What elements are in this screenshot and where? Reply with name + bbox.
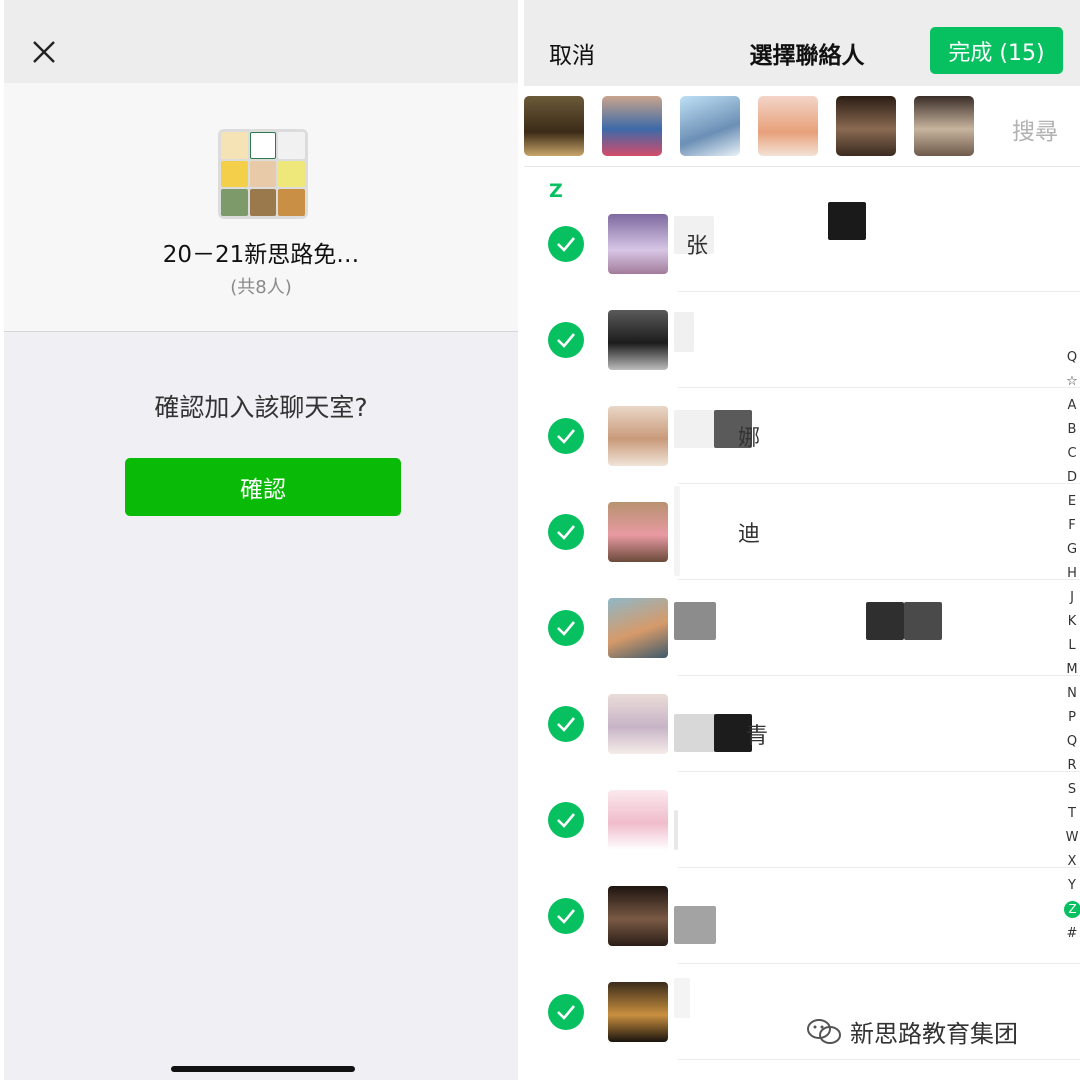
contact-row[interactable] <box>524 292 1080 388</box>
group-avatar <box>218 129 308 219</box>
index-letter[interactable]: L <box>1064 634 1080 658</box>
redacted-name-block <box>674 410 716 448</box>
top-nav-bar: 取消 選擇聯絡人 完成 (15) <box>524 0 1080 86</box>
done-button[interactable]: 完成 (15) <box>930 27 1063 74</box>
index-letter[interactable]: T <box>1064 802 1080 826</box>
contact-name: 娜 <box>738 426 761 451</box>
selected-avatar[interactable] <box>602 96 662 156</box>
index-letter[interactable]: E <box>1064 490 1080 514</box>
watermark: 新思路教育集团 <box>806 1014 1018 1049</box>
wechat-logo-icon <box>807 1018 841 1044</box>
checkmark-icon[interactable] <box>548 514 584 550</box>
index-letter[interactable]: P <box>1064 706 1080 730</box>
index-letter[interactable]: K <box>1064 610 1080 634</box>
index-letter[interactable]: G <box>1064 538 1080 562</box>
contact-row[interactable]: 迪 <box>524 484 1080 580</box>
alphabet-index[interactable]: Q ☆ A B C D E F G H J K L M N P Q R S T W X Y Z # <box>1064 346 1080 946</box>
redacted-name-block <box>674 714 716 752</box>
contact-avatar <box>608 886 668 946</box>
index-letter[interactable]: H <box>1064 562 1080 586</box>
redacted-name-block <box>674 906 716 944</box>
checkmark-icon[interactable] <box>548 898 584 934</box>
index-letter[interactable]: A <box>1064 394 1080 418</box>
redacted-name-block <box>674 810 678 850</box>
contact-row[interactable]: 娜 <box>524 388 1080 484</box>
contact-name: 迪 <box>738 522 761 547</box>
contact-row[interactable] <box>524 772 1080 868</box>
redacted-name-block <box>674 978 690 1018</box>
contact-name: 青 <box>746 724 769 749</box>
watermark-text: 新思路教育集团 <box>850 1020 1018 1048</box>
contact-avatar <box>608 982 668 1042</box>
index-letter[interactable]: X <box>1064 850 1080 874</box>
index-letter[interactable]: Q <box>1064 730 1080 754</box>
confirm-button[interactable]: 確認 <box>125 458 401 516</box>
contact-row[interactable]: 张 <box>524 196 1080 292</box>
redacted-name-block <box>866 602 904 640</box>
checkmark-icon[interactable] <box>548 610 584 646</box>
checkmark-icon[interactable] <box>548 706 584 742</box>
contact-avatar <box>608 790 668 850</box>
index-letter[interactable]: N <box>1064 682 1080 706</box>
selected-contacts-strip <box>524 86 1080 167</box>
confirm-question: 確認加入該聊天室? <box>154 393 368 422</box>
checkmark-icon[interactable] <box>548 994 584 1030</box>
top-nav-bar <box>4 0 518 83</box>
contact-avatar <box>608 406 668 466</box>
index-letter[interactable]: D <box>1064 466 1080 490</box>
checkmark-icon[interactable] <box>548 802 584 838</box>
index-letter[interactable]: Q <box>1064 346 1080 370</box>
close-icon[interactable] <box>30 38 58 66</box>
join-group-screen: 20－21新思路免… (共8人) 確認加入該聊天室? 確認 <box>4 0 518 1080</box>
index-letter[interactable]: F <box>1064 514 1080 538</box>
checkmark-icon[interactable] <box>548 418 584 454</box>
index-letter[interactable]: M <box>1064 658 1080 682</box>
contact-row[interactable] <box>524 580 1080 676</box>
contact-row[interactable] <box>524 868 1080 964</box>
checkmark-icon[interactable] <box>548 226 584 262</box>
index-letter[interactable]: # <box>1064 922 1080 946</box>
selected-avatar[interactable] <box>680 96 740 156</box>
selected-avatar[interactable] <box>524 96 584 156</box>
selected-avatar[interactable] <box>914 96 974 156</box>
redacted-name-block <box>674 486 680 576</box>
redacted-name-block <box>674 602 716 640</box>
redacted-name-block <box>828 202 866 240</box>
index-letter[interactable]: ☆ <box>1064 370 1080 394</box>
group-name: 20－21新思路免… <box>162 242 360 268</box>
selected-avatar[interactable] <box>836 96 896 156</box>
index-letter[interactable]: C <box>1064 442 1080 466</box>
row-separator <box>678 1059 1080 1060</box>
redacted-name-block <box>904 602 942 640</box>
member-count: (共8人) <box>230 277 292 298</box>
index-letter[interactable]: R <box>1064 754 1080 778</box>
index-letter[interactable]: Z <box>1064 901 1080 918</box>
contact-avatar <box>608 310 668 370</box>
index-letter[interactable]: J <box>1064 586 1080 610</box>
search-input[interactable]: 搜尋 <box>1012 112 1058 146</box>
redacted-name-block <box>674 312 694 352</box>
index-letter[interactable]: Y <box>1064 874 1080 898</box>
index-letter[interactable]: S <box>1064 778 1080 802</box>
select-contacts-screen: 取消 選擇聯絡人 完成 (15) 搜尋 Z 张娜迪青 Q ☆ A B C D E F G H J K L… <box>524 0 1080 1080</box>
index-letter[interactable]: B <box>1064 418 1080 442</box>
checkmark-icon[interactable] <box>548 322 584 358</box>
home-indicator[interactable] <box>171 1066 355 1072</box>
contact-name: 张 <box>686 234 709 259</box>
selected-avatar[interactable] <box>758 96 818 156</box>
group-info-card: 20－21新思路免… (共8人) <box>4 83 518 332</box>
contact-row[interactable]: 青 <box>524 676 1080 772</box>
contact-avatar <box>608 502 668 562</box>
index-letter[interactable]: W <box>1064 826 1080 850</box>
contact-avatar <box>608 694 668 754</box>
contact-avatar <box>608 598 668 658</box>
contact-avatar <box>608 214 668 274</box>
